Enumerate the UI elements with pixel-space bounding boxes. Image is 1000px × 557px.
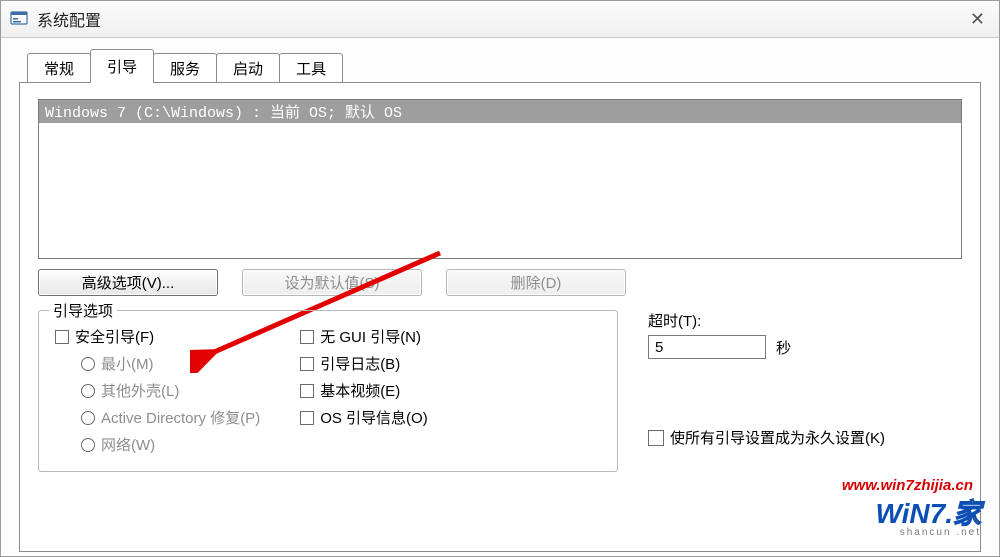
safeboot-adrepair-radio: Active Directory 修复(P) [81, 407, 260, 428]
checkbox-icon [300, 411, 314, 425]
radio-icon [81, 357, 95, 371]
tabstrip: 常规 引导 服务 启动 工具 [27, 52, 981, 82]
advanced-options-button[interactable]: 高级选项(V)... [38, 269, 218, 296]
base-video-checkbox[interactable]: 基本视频(E) [300, 380, 428, 401]
radio-icon [81, 438, 95, 452]
msconfig-window: 系统配置 ✕ 常规 引导 服务 启动 工具 Windows 7 (C:\W [0, 0, 1000, 557]
tab-startup[interactable]: 启动 [216, 53, 280, 83]
window-title: 系统配置 [37, 7, 101, 31]
tab-boot[interactable]: 引导 [90, 49, 154, 83]
safeboot-network-label: 网络(W) [101, 434, 155, 455]
timeout-unit: 秒 [776, 337, 791, 358]
safeboot-adrepair-label: Active Directory 修复(P) [101, 407, 260, 428]
lower-area: 引导选项 安全引导(F) 最小(M) [38, 310, 962, 472]
checkbox-icon [300, 330, 314, 344]
os-boot-info-checkbox[interactable]: OS 引导信息(O) [300, 407, 428, 428]
set-default-button: 设为默认值(S) [242, 269, 422, 296]
boot-entry[interactable]: Windows 7 (C:\Windows) : 当前 OS; 默认 OS [39, 100, 961, 123]
checkbox-icon [300, 384, 314, 398]
timeout-input[interactable]: 5 [648, 335, 766, 359]
safe-boot-label: 安全引导(F) [75, 326, 154, 347]
safe-boot-checkbox[interactable]: 安全引导(F) [55, 326, 260, 347]
tab-tools[interactable]: 工具 [279, 53, 343, 83]
tab-general[interactable]: 常规 [27, 53, 91, 83]
checkbox-icon [648, 430, 664, 446]
safeboot-altshell-label: 其他外壳(L) [101, 380, 179, 401]
tab-services[interactable]: 服务 [153, 53, 217, 83]
make-permanent-label: 使所有引导设置成为永久设置(K) [670, 427, 885, 448]
close-icon[interactable]: ✕ [964, 9, 991, 30]
radio-icon [81, 411, 95, 425]
checkbox-icon [300, 357, 314, 371]
safeboot-minimal-label: 最小(M) [101, 353, 154, 374]
base-video-label: 基本视频(E) [320, 380, 400, 401]
timeout-label: 超时(T): [648, 310, 885, 331]
no-gui-boot-checkbox[interactable]: 无 GUI 引导(N) [300, 326, 428, 347]
timeout-column: 超时(T): 5 秒 使所有引导设置成为永久设置(K) [648, 310, 885, 472]
boot-options-legend: 引导选项 [49, 300, 117, 321]
make-permanent-checkbox[interactable]: 使所有引导设置成为永久设置(K) [648, 427, 885, 448]
radio-icon [81, 384, 95, 398]
boot-buttons-row: 高级选项(V)... 设为默认值(S) 删除(D) [38, 269, 962, 296]
safeboot-network-radio: 网络(W) [81, 434, 260, 455]
checkbox-icon [55, 330, 69, 344]
boot-log-label: 引导日志(B) [320, 353, 400, 374]
no-gui-boot-label: 无 GUI 引导(N) [320, 326, 421, 347]
titlebar: 系统配置 ✕ [1, 1, 999, 38]
boot-options-left-col: 安全引导(F) 最小(M) 其他外壳(L) [55, 325, 260, 461]
boot-log-checkbox[interactable]: 引导日志(B) [300, 353, 428, 374]
app-icon [9, 9, 29, 29]
client-area: 常规 引导 服务 启动 工具 Windows 7 (C:\Windows) : … [1, 38, 999, 557]
tabpage-boot: Windows 7 (C:\Windows) : 当前 OS; 默认 OS 高级… [19, 82, 981, 552]
timeout-value: 5 [655, 339, 663, 356]
boot-entries-list[interactable]: Windows 7 (C:\Windows) : 当前 OS; 默认 OS [38, 99, 962, 259]
boot-options-right-col: 无 GUI 引导(N) 引导日志(B) 基本视频(E) [300, 325, 428, 461]
safeboot-altshell-radio: 其他外壳(L) [81, 380, 260, 401]
safeboot-minimal-radio: 最小(M) [81, 353, 260, 374]
boot-options-group: 引导选项 安全引导(F) 最小(M) [38, 310, 618, 472]
delete-button: 删除(D) [446, 269, 626, 296]
os-boot-info-label: OS 引导信息(O) [320, 407, 428, 428]
